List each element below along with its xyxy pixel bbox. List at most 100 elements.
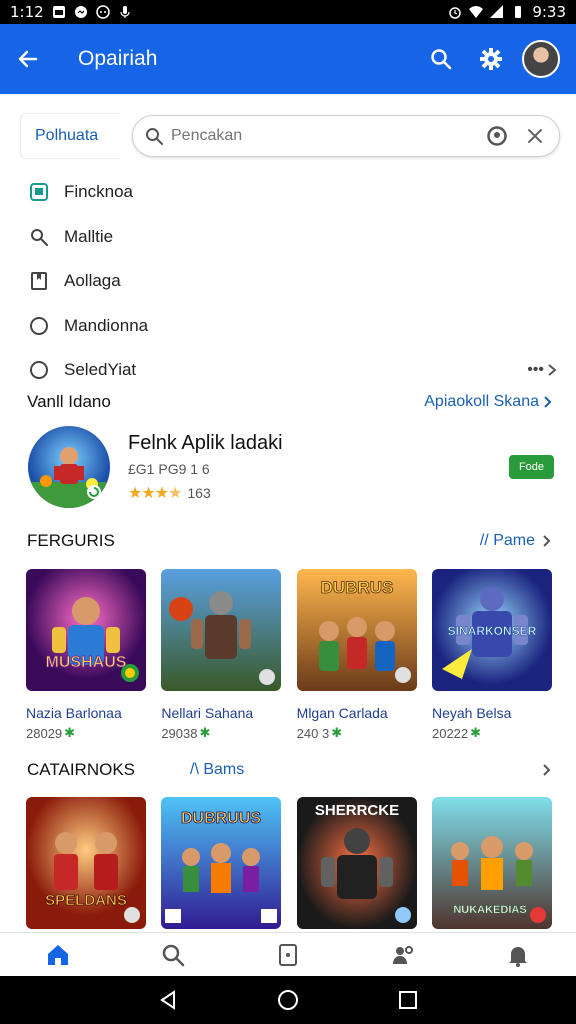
search-icon: [146, 128, 163, 145]
more-options-button[interactable]: •••: [527, 361, 558, 379]
game-downloads: 20222: [431, 725, 469, 741]
menu-item-label: SeledYiat: [64, 360, 137, 380]
section-one-title: FERGURIS: [27, 531, 115, 550]
game-downloads: 28029: [26, 725, 63, 741]
game-card[interactable]: SHERRCKE: [296, 797, 417, 929]
sparkle-icon: ✱: [199, 725, 211, 740]
menu-item-fincknoa[interactable]: Fincknoa: [28, 170, 558, 215]
card-art-label: DUBRUS: [320, 578, 393, 597]
home-circle-icon: [278, 990, 298, 1010]
sparkle-icon: ✱: [470, 725, 482, 740]
bell-icon: [509, 946, 528, 967]
back-triangle-icon: [160, 990, 175, 1010]
gear-icon: [480, 48, 502, 70]
search-icon: [31, 228, 48, 246]
featured-app-row[interactable]: Felnk Aplik ladaki £G1 PG9 1 6 ★★★★ 163 …: [28, 425, 554, 509]
page-title: Opairiah: [78, 47, 158, 70]
section-one-link-label: // Pame: [479, 532, 535, 549]
system-recents-button[interactable]: [393, 985, 423, 1015]
card-art-label: SHERRCKE: [315, 802, 399, 819]
card-art-label: NUKAKEDIAS: [453, 904, 526, 916]
game-thumbnail: DUBRUS: [296, 569, 417, 691]
chevron-right-icon[interactable]: [539, 763, 553, 777]
menu-item-malltie[interactable]: Malltie: [28, 215, 558, 260]
game-title: Mlgan Carlada: [296, 705, 388, 721]
featured-app-name: Felnk Aplik ladaki: [128, 431, 283, 454]
wifi-icon: [469, 6, 484, 18]
game-thumbnail: MUSHAUS: [26, 569, 146, 691]
game-thumbnail: SPELDANS: [26, 797, 146, 929]
game-card[interactable]: SINARKONSER Neyah Belsa 20222 ✱: [431, 569, 552, 741]
mic-circle-icon: [487, 126, 507, 146]
voice-search-button[interactable]: [485, 124, 509, 148]
search-icon: [162, 944, 185, 966]
search-button[interactable]: [426, 44, 456, 74]
game-card[interactable]: NUKAKEDIAS: [431, 797, 552, 929]
search-box: [132, 115, 560, 157]
featured-app-meta: £G1 PG9 1 6: [128, 460, 210, 477]
featured-install-button[interactable]: Fode: [509, 455, 554, 479]
nav-search-button[interactable]: [153, 935, 193, 975]
game-thumbnail: NUKAKEDIAS: [431, 797, 552, 929]
featured-app-icon: [28, 426, 110, 508]
battery-icon: [515, 6, 522, 18]
recents-square-icon: [399, 991, 417, 1009]
messenger-notification-icon: [74, 6, 87, 18]
alarm-icon: [449, 7, 462, 19]
menu-item-seledyiat[interactable]: SeledYiat •••: [28, 348, 558, 393]
bottom-navigation: [0, 932, 576, 976]
system-back-button[interactable]: [153, 985, 183, 1015]
game-card[interactable]: DUBRUS Mlgan Carlada 240 3 ✱: [296, 569, 417, 741]
menu-item-label: Aollaga: [64, 271, 121, 291]
game-thumbnail: SHERRCKE: [296, 797, 417, 929]
status-time: 1:12: [10, 3, 44, 21]
nav-people-button[interactable]: [383, 935, 423, 975]
game-meta: 29038 ✱: [161, 725, 281, 741]
card-art-label: SPELDANS: [45, 892, 127, 909]
menu-item-label: Malltie: [64, 226, 114, 246]
avatar[interactable]: [522, 40, 560, 78]
nav-notifications-button[interactable]: [498, 935, 538, 975]
search-input[interactable]: [171, 127, 471, 145]
system-home-button[interactable]: [273, 985, 303, 1015]
chevron-right-icon: [544, 396, 552, 408]
card-art-label: MUSHAUS: [46, 654, 127, 671]
gallery-notification-icon: [52, 6, 65, 18]
menu-item-mandionna[interactable]: Mandionna: [28, 304, 558, 349]
game-card[interactable]: DUBRUUS: [161, 797, 282, 929]
status-bar: 1:12 9:33: [0, 0, 576, 24]
back-arrow-icon[interactable]: [16, 47, 40, 71]
circle-icon: [30, 316, 48, 335]
clear-search-button[interactable]: [523, 124, 547, 148]
game-downloads: 240 3: [296, 725, 330, 741]
nav-library-button[interactable]: [268, 935, 308, 975]
section-one-grid: MUSHAUS Nazia Barlonaa 28029 ✱ Nellari Sa…: [26, 569, 552, 741]
rating-stars-icon: ★★★★: [128, 484, 182, 502]
game-card[interactable]: MUSHAUS Nazia Barlonaa 28029 ✱: [26, 569, 146, 741]
section-two-header: CATAIRNOKS /\ Bams: [27, 760, 553, 780]
document-icon: [278, 943, 297, 966]
menu-item-aollaga[interactable]: Aollaga: [28, 259, 558, 304]
nav-home-button[interactable]: [38, 935, 78, 975]
game-title: Nellari Sahana: [161, 705, 254, 721]
settings-button[interactable]: [476, 44, 506, 74]
home-icon: [47, 944, 68, 965]
featured-see-all-link[interactable]: Apiaokoll Skana: [424, 393, 553, 411]
sparkle-icon: ✱: [64, 725, 76, 740]
app-square-icon: [30, 183, 48, 202]
bookmark-icon: [31, 272, 47, 291]
close-icon: [528, 129, 542, 143]
game-downloads: 29038: [161, 725, 198, 741]
section-two-grid: SPELDANS DUBRUUS SHERRCKE NUKAKEDIAS: [26, 797, 552, 929]
card-art-label: SINARKONSER: [448, 624, 537, 638]
featured-section-header: Vanll Idano Apiaokoll Skana: [27, 392, 553, 412]
game-thumbnail: DUBRUUS: [161, 797, 282, 929]
featured-app-rating: ★★★★ 163: [128, 483, 509, 503]
game-meta: 20222 ✱: [432, 725, 552, 741]
section-two-see-all-link[interactable]: /\ Bams: [190, 761, 539, 779]
game-card[interactable]: Nellari Sahana 29038 ✱: [161, 569, 282, 741]
game-card[interactable]: SPELDANS: [26, 797, 146, 929]
featured-section-title: Vanll Idano: [27, 392, 111, 411]
section-one-see-all-link[interactable]: // Pame: [480, 532, 553, 550]
search-scope-label[interactable]: Polhuata: [20, 113, 120, 159]
